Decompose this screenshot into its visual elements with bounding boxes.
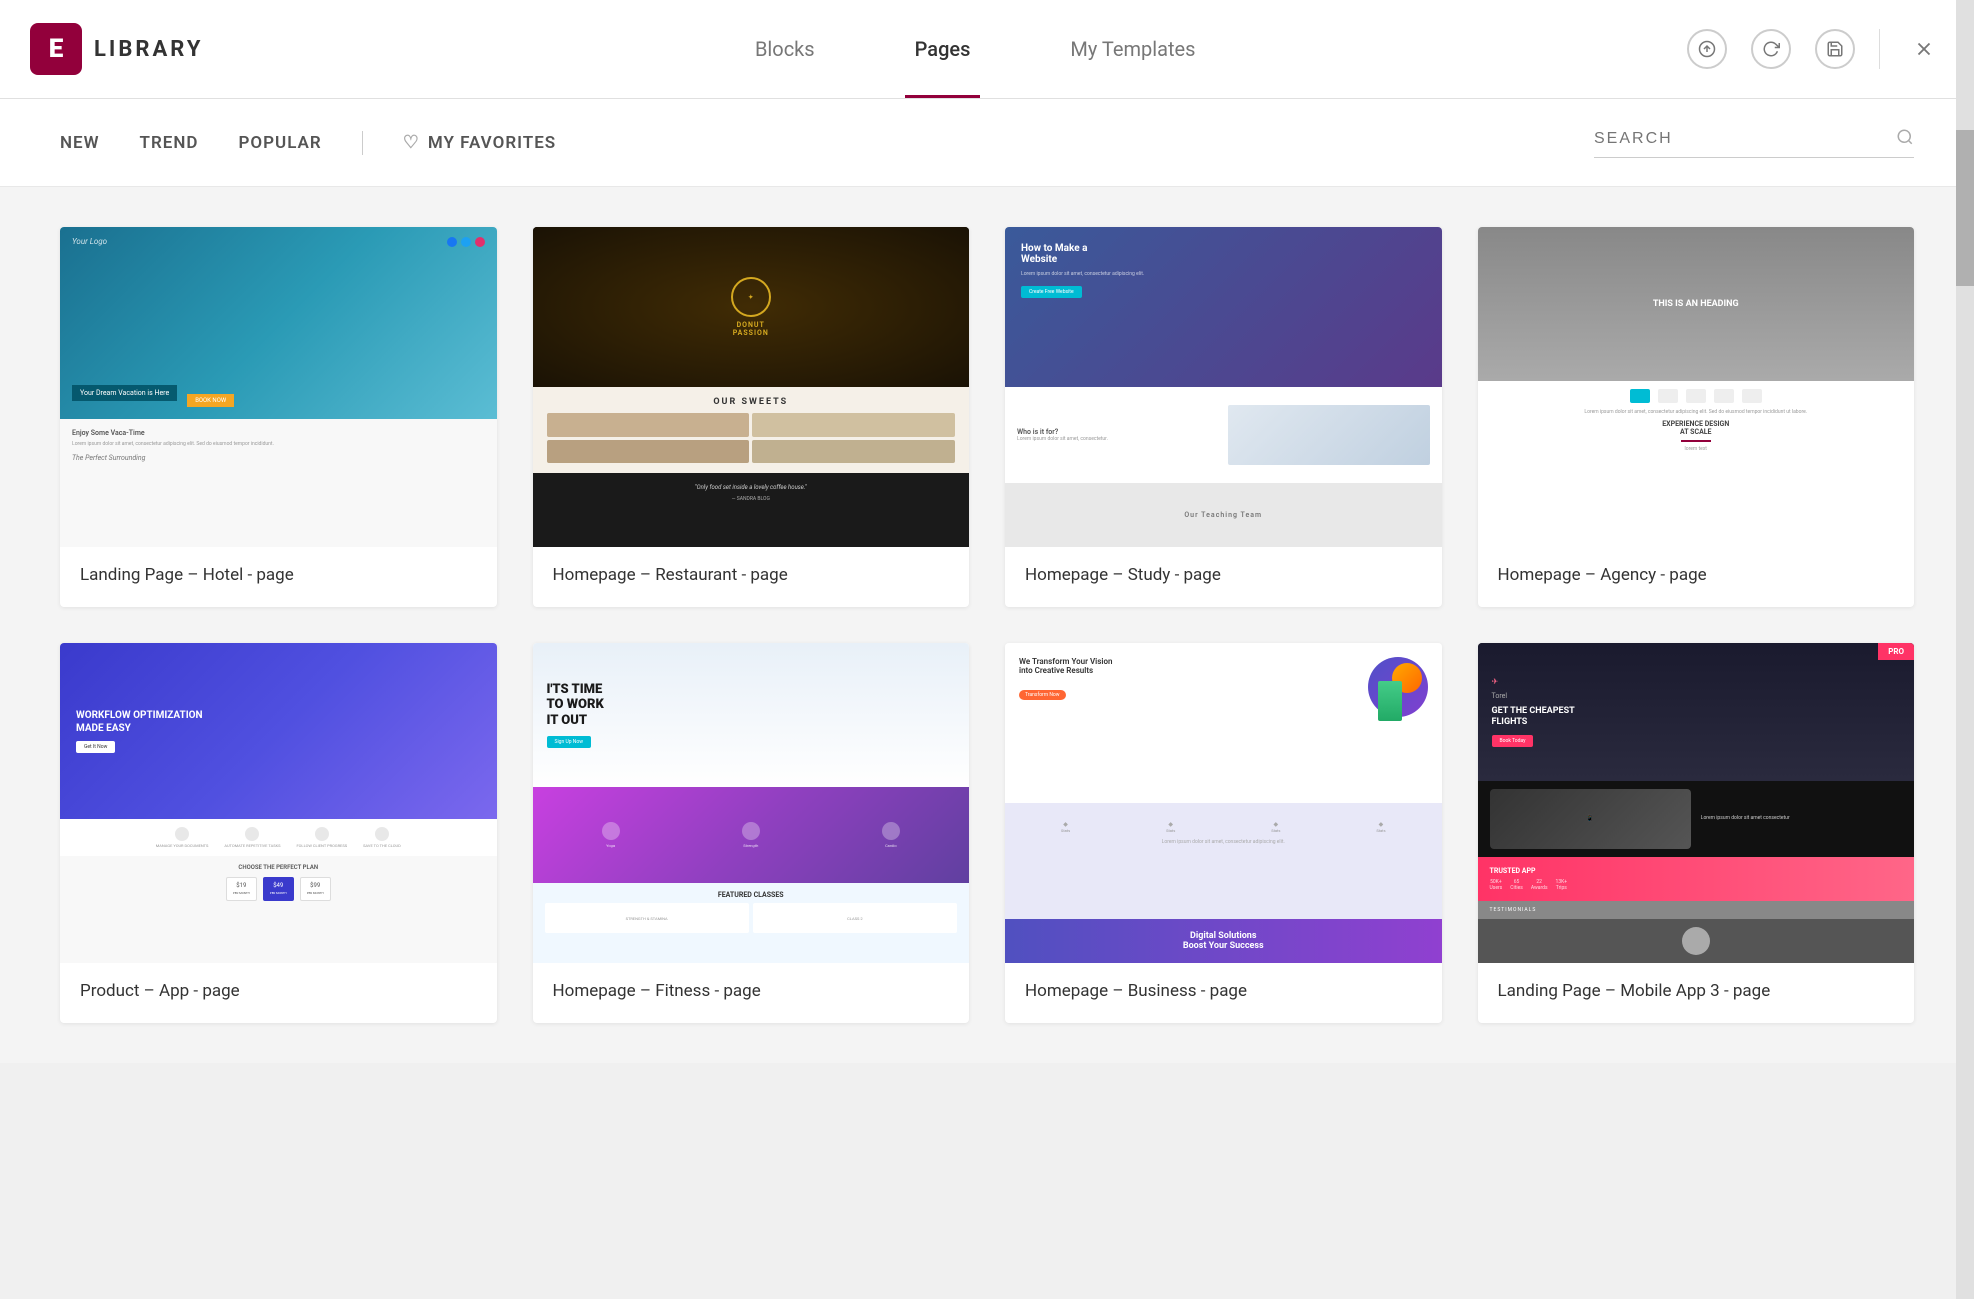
heart-icon: ♡ [403, 132, 420, 153]
thumb-product: WORKFLOW OPTIMIZATIONMADE EASY Get It No… [60, 643, 497, 963]
tab-my-templates[interactable]: My Templates [1060, 0, 1205, 98]
thumb-mobile: PRO ✈ Torel GET THE CHEAPESTFLIGHTS Book… [1478, 643, 1915, 963]
logo-text: LIBRARY [94, 37, 203, 62]
card-agency-label: Homepage – Agency - page [1478, 547, 1915, 607]
card-hotel-label: Landing Page – Hotel - page [60, 547, 497, 607]
thumb-hotel: Your Logo Your Dream Vacation is Here BO… [60, 227, 497, 547]
card-hotel[interactable]: Your Logo Your Dream Vacation is Here BO… [60, 227, 497, 607]
upload-button[interactable] [1687, 29, 1727, 69]
pro-badge: PRO [1878, 643, 1914, 660]
card-restaurant[interactable]: ✦ DONUTPASSION OUR SWEETS "Only food set… [533, 227, 970, 607]
search-icon[interactable] [1896, 127, 1914, 151]
template-grid: Your Logo Your Dream Vacation is Here BO… [60, 227, 1914, 1023]
card-study[interactable]: How to Make aWebsite Lorem ipsum dolor s… [1005, 227, 1442, 607]
filter-trend[interactable]: TREND [140, 133, 199, 153]
page-scrollbar[interactable] [1956, 0, 1974, 1299]
thumb-study: How to Make aWebsite Lorem ipsum dolor s… [1005, 227, 1442, 547]
card-study-label: Homepage – Study - page [1005, 547, 1442, 607]
filter-popular[interactable]: POPULAR [239, 133, 322, 153]
card-fitness[interactable]: I'TS TIMETO WORKIT OUT Sign Up Now Yoga … [533, 643, 970, 1023]
card-restaurant-label: Homepage – Restaurant - page [533, 547, 970, 607]
header-divider [1879, 29, 1880, 69]
logo-area: E LIBRARY [30, 23, 203, 75]
thumb-restaurant: ✦ DONUTPASSION OUR SWEETS "Only food set… [533, 227, 970, 547]
card-mobile-label: Landing Page – Mobile App 3 - page [1478, 963, 1915, 1023]
thumb-business: We Transform Your Visioninto Creative Re… [1005, 643, 1442, 963]
thumb-agency: THIS IS AN HEADING Lorem ipsum dolor sit… [1478, 227, 1915, 547]
card-mobile-app[interactable]: PRO ✈ Torel GET THE CHEAPESTFLIGHTS Book… [1478, 643, 1915, 1023]
nav-tabs: Blocks Pages My Templates [263, 0, 1687, 98]
card-business[interactable]: We Transform Your Visioninto Creative Re… [1005, 643, 1442, 1023]
tab-pages[interactable]: Pages [905, 0, 981, 98]
card-business-label: Homepage – Business - page [1005, 963, 1442, 1023]
card-product[interactable]: WORKFLOW OPTIMIZATIONMADE EASY Get It No… [60, 643, 497, 1023]
tab-blocks[interactable]: Blocks [745, 0, 825, 98]
card-agency[interactable]: THIS IS AN HEADING Lorem ipsum dolor sit… [1478, 227, 1915, 607]
hotel-logo: Your Logo [72, 237, 107, 246]
logo-icon: E [30, 23, 82, 75]
main-content: Your Logo Your Dream Vacation is Here BO… [0, 187, 1974, 1063]
hotel-social [447, 237, 485, 247]
thumb-fitness: I'TS TIMETO WORKIT OUT Sign Up Now Yoga … [533, 643, 970, 963]
refresh-button[interactable] [1751, 29, 1791, 69]
close-button[interactable] [1904, 29, 1944, 69]
filter-separator [362, 131, 363, 155]
filter-bar: NEW TREND POPULAR ♡ MY FAVORITES [0, 99, 1974, 187]
card-fitness-label: Homepage – Fitness - page [533, 963, 970, 1023]
search-input[interactable] [1594, 130, 1886, 148]
filter-new[interactable]: NEW [60, 133, 100, 153]
header-actions [1687, 29, 1944, 69]
header: E LIBRARY Blocks Pages My Templates [0, 0, 1974, 99]
save-button[interactable] [1815, 29, 1855, 69]
scrollbar-thumb [1956, 130, 1974, 286]
filter-favorites[interactable]: ♡ MY FAVORITES [403, 132, 556, 153]
card-product-label: Product – App - page [60, 963, 497, 1023]
search-area [1594, 127, 1914, 158]
